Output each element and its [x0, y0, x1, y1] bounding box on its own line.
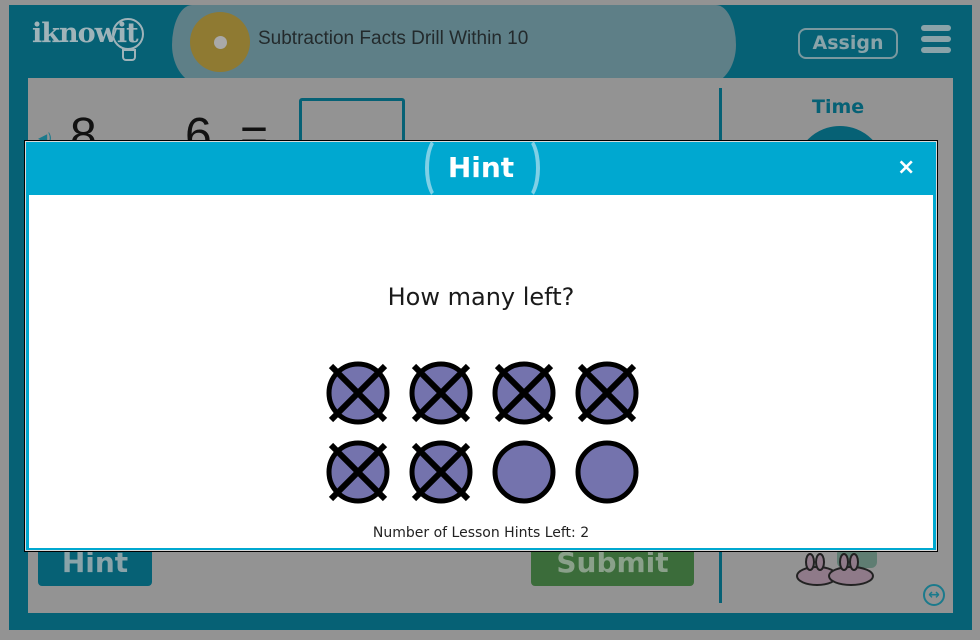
modal-body: How many left? Number of Lesson Hints Le… — [29, 195, 933, 548]
counter-circle — [492, 440, 556, 504]
iknowit-logo[interactable]: iknowit — [32, 18, 144, 61]
lightbulb-icon — [112, 18, 144, 50]
crossed-counter — [326, 361, 390, 425]
close-icon[interactable]: × — [897, 155, 915, 180]
lesson-title: Subtraction Facts Drill Within 10 — [258, 28, 529, 49]
crossed-counter — [409, 440, 473, 504]
counters-grid — [326, 361, 639, 504]
counter — [575, 440, 639, 504]
assign-button[interactable]: Assign — [798, 28, 898, 59]
hamburger-menu-icon[interactable] — [921, 25, 951, 58]
time-label: Time — [812, 96, 865, 118]
swap-arrows-icon[interactable]: ↔ — [923, 584, 945, 606]
hint-modal: Hint × How many left? Number of Lesson H… — [24, 135, 938, 552]
crossed-counter — [409, 361, 473, 425]
crossed-counter — [326, 440, 390, 504]
modal-title: Hint — [447, 151, 515, 184]
lesson-disc-icon — [190, 12, 250, 72]
counter — [492, 440, 556, 504]
crossed-counter — [492, 361, 556, 425]
lightbulb-base-icon — [122, 49, 136, 61]
counter-circle — [575, 440, 639, 504]
hints-left-text: Number of Lesson Hints Left: 2 — [372, 525, 590, 541]
hint-question: How many left? — [387, 283, 575, 311]
bunny-slippers-mascot — [796, 548, 877, 586]
crossed-counter — [575, 361, 639, 425]
